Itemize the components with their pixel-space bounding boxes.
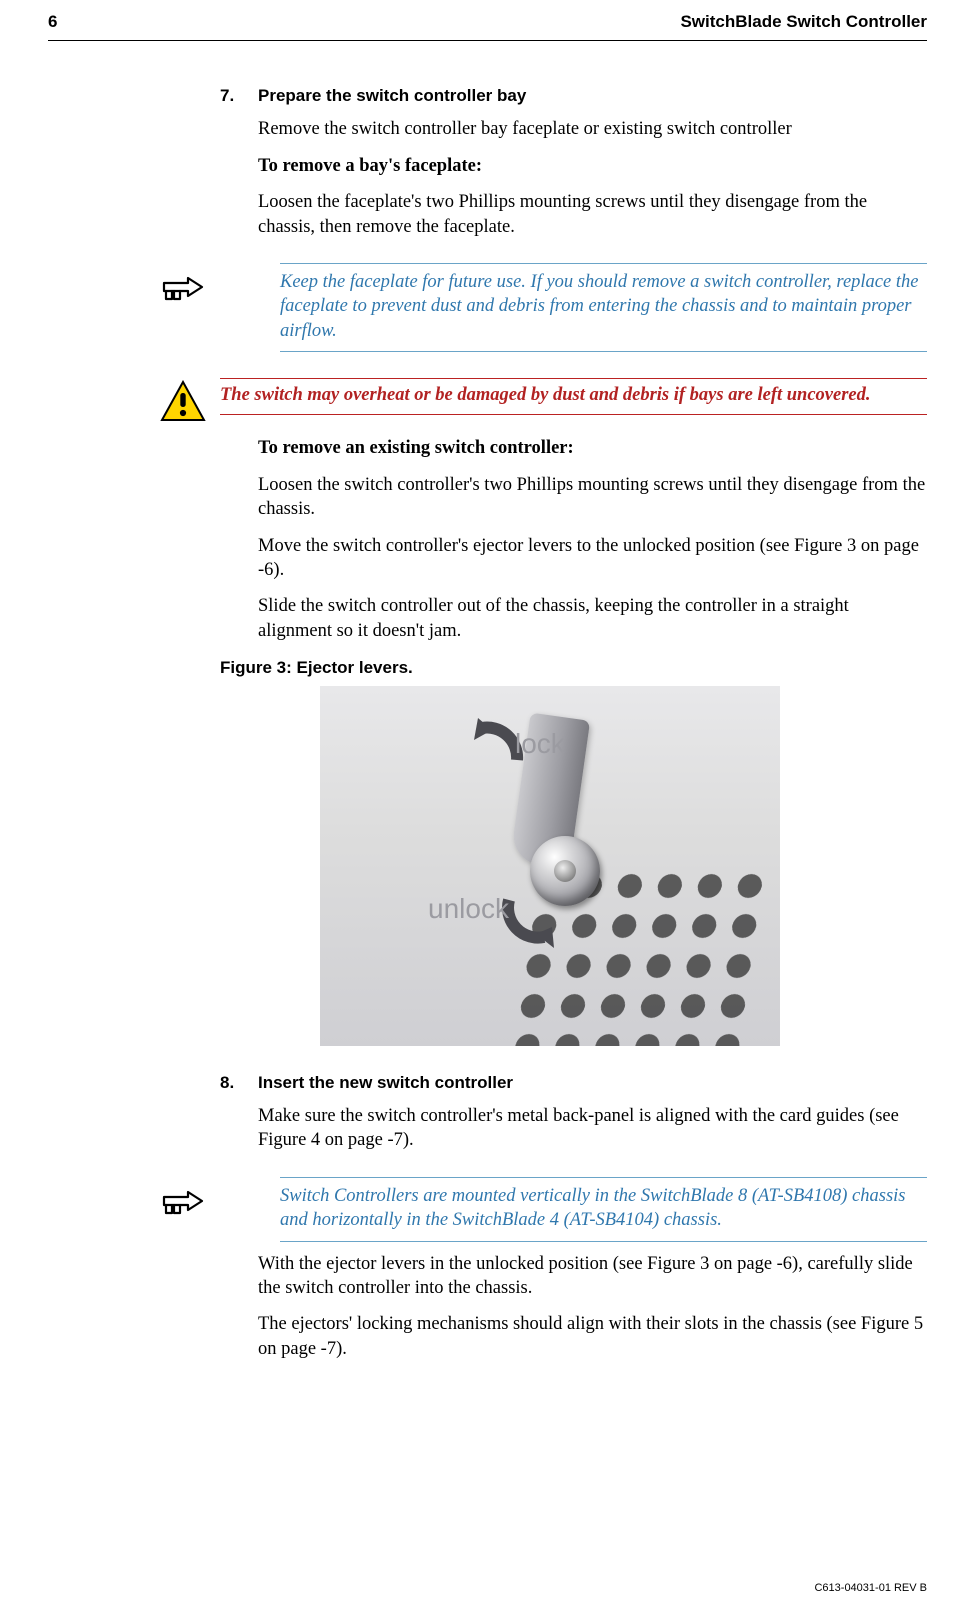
paragraph: Slide the switch controller out of the c… bbox=[258, 594, 927, 643]
subheading: To remove a bay's faceplate: bbox=[258, 154, 927, 178]
figure-3-image: lock unlock bbox=[320, 686, 780, 1046]
step-8-body: Make sure the switch controller's metal … bbox=[258, 1104, 927, 1153]
content-column: 7. Prepare the switch controller bay Rem… bbox=[220, 41, 927, 1361]
step-title: Insert the new switch controller bbox=[258, 1072, 513, 1094]
note-callout: Keep the faceplate for future use. If yo… bbox=[160, 263, 927, 352]
step-7-body: Remove the switch controller bay facepla… bbox=[258, 117, 927, 239]
running-header: 6 SwitchBlade Switch Controller bbox=[48, 12, 927, 34]
paragraph: Loosen the switch controller's two Phill… bbox=[258, 473, 927, 522]
header-title: SwitchBlade Switch Controller bbox=[680, 12, 927, 32]
figure-caption: Figure 3: Ejector levers. bbox=[220, 657, 927, 679]
note-text: Switch Controllers are mounted verticall… bbox=[280, 1184, 927, 1233]
step-number: 7. bbox=[220, 85, 242, 107]
remove-existing-block: To remove an existing switch controller:… bbox=[258, 436, 927, 643]
subheading: To remove an existing switch controller: bbox=[258, 436, 927, 460]
paragraph: With the ejector levers in the unlocked … bbox=[258, 1252, 927, 1301]
paragraph: The ejectors' locking mechanisms should … bbox=[258, 1312, 927, 1361]
warning-callout: The switch may overheat or be damaged by… bbox=[160, 378, 927, 422]
paragraph: Loosen the faceplate's two Phillips moun… bbox=[258, 190, 927, 239]
pointing-hand-icon bbox=[160, 1183, 206, 1219]
paragraph: Move the switch controller's ejector lev… bbox=[258, 534, 927, 583]
paragraph: Make sure the switch controller's metal … bbox=[258, 1104, 927, 1153]
warning-text: The switch may overheat or be damaged by… bbox=[220, 383, 927, 407]
note-text: Keep the faceplate for future use. If yo… bbox=[280, 270, 927, 343]
step-number: 8. bbox=[220, 1072, 242, 1094]
paragraph: Remove the switch controller bay facepla… bbox=[258, 117, 927, 141]
note-callout: Switch Controllers are mounted verticall… bbox=[160, 1177, 927, 1242]
figure-label-lock: lock bbox=[515, 726, 565, 763]
pointing-hand-icon bbox=[160, 269, 206, 305]
page: 6 SwitchBlade Switch Controller 7. Prepa… bbox=[0, 0, 975, 1361]
step-7-heading: 7. Prepare the switch controller bay bbox=[220, 85, 927, 107]
step-8-heading: 8. Insert the new switch controller bbox=[220, 1072, 927, 1094]
footer-doc-id: C613-04031-01 REV B bbox=[814, 1582, 927, 1594]
warning-icon bbox=[160, 380, 206, 422]
step-title: Prepare the switch controller bay bbox=[258, 85, 526, 107]
after-note-body: With the ejector levers in the unlocked … bbox=[258, 1252, 927, 1362]
figure-label-unlock: unlock bbox=[428, 891, 509, 928]
page-number: 6 bbox=[48, 12, 57, 32]
